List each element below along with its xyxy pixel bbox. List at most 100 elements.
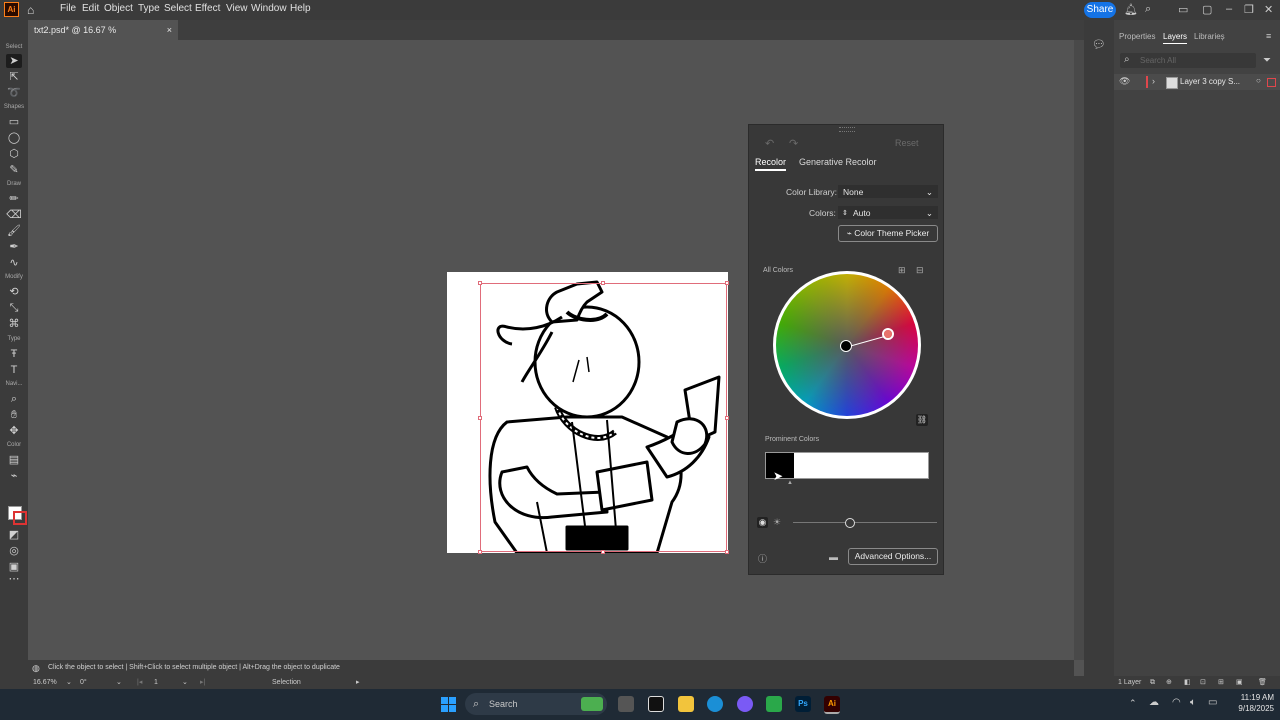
polygon-tool-icon[interactable]: ⬡ <box>6 147 22 161</box>
saturation-icon[interactable]: ◉ <box>757 517 768 528</box>
new-layer-icon[interactable]: ⊞ <box>1218 676 1224 689</box>
rotate-tool-icon[interactable]: ⟲ <box>6 285 22 299</box>
more-tools-icon[interactable]: ⋯ <box>6 572 22 586</box>
target-icon[interactable]: ○ <box>1256 76 1261 85</box>
lasso-tool-icon[interactable]: ➰ <box>6 86 22 100</box>
folder-icon[interactable]: ▬ <box>829 552 838 562</box>
selection-indicator[interactable] <box>1267 78 1276 87</box>
menu-help[interactable]: Help <box>290 3 311 14</box>
search-icon[interactable]: ⌕ <box>1145 3 1151 16</box>
export-icon[interactable]: ⧉ <box>1150 676 1155 689</box>
zoom-tool-icon[interactable]: ⌕ <box>6 392 22 406</box>
delete-layer-icon[interactable]: 🗑︎ <box>1258 676 1267 689</box>
share-button[interactable]: Share <box>1084 2 1116 18</box>
colors-dropdown[interactable]: ⇕ Auto ⌄ <box>838 206 938 219</box>
undo-icon[interactable]: ↶ <box>765 137 774 150</box>
pen-tool-icon[interactable]: ✒ <box>6 240 22 254</box>
scale-tool-icon[interactable]: ⤡ <box>6 301 22 315</box>
adjust-slider-track[interactable] <box>793 522 937 523</box>
direct-selection-tool-icon[interactable]: ⇱ <box>6 70 22 84</box>
stepper-icon[interactable]: ⇕ <box>842 207 848 220</box>
swatch-divider-handle[interactable]: ▲ <box>787 480 793 486</box>
redo-icon[interactable]: ↷ <box>789 137 798 150</box>
layer-row[interactable]: 👁︎ › Layer 3 copy S... ○ <box>1114 74 1280 90</box>
draw-mode-icon[interactable]: ◎ <box>6 544 22 558</box>
tab-layers[interactable]: Layers <box>1163 32 1188 44</box>
handle-top-left[interactable] <box>478 281 482 285</box>
curvature-tool-icon[interactable]: ∿ <box>6 256 22 270</box>
vertical-scrollbar[interactable] <box>1074 40 1084 660</box>
comments-icon[interactable]: 💬︎ <box>1092 38 1106 51</box>
clipping-icon[interactable]: ◧ <box>1184 676 1191 689</box>
bell-icon[interactable]: 🔔︎ <box>1124 3 1138 16</box>
stroke-swatch[interactable] <box>13 511 27 525</box>
menu-effect[interactable]: Effect <box>195 3 220 14</box>
task-view-icon[interactable] <box>618 696 634 712</box>
pencil-tool-icon[interactable]: ✏ <box>6 192 22 206</box>
tab-generative-recolor[interactable]: Generative Recolor <box>799 157 877 167</box>
handle-bottom-middle[interactable] <box>601 550 605 554</box>
expand-chevron-icon[interactable]: › <box>1152 76 1155 86</box>
tab-close-icon[interactable]: × <box>167 20 172 40</box>
artboard-chevron-icon[interactable]: ⌄ <box>182 676 188 689</box>
document-tab[interactable]: txt2.psd* @ 16.67 % (RGB/Preview) × <box>28 20 178 55</box>
eyedropper-tool-icon[interactable]: ⌁ <box>6 469 22 483</box>
menu-type[interactable]: Type <box>138 3 160 14</box>
default-colors-icon[interactable]: ◩ <box>6 528 22 542</box>
brush-tool-icon[interactable]: 🖌︎ <box>6 224 22 238</box>
tab-properties[interactable]: Properties <box>1119 32 1155 41</box>
menu-edit[interactable]: Edit <box>82 3 99 14</box>
color-handle[interactable] <box>882 328 894 340</box>
reset-button[interactable]: Reset <box>895 138 919 148</box>
artboard-number[interactable]: 1 <box>154 676 158 689</box>
discord-icon[interactable] <box>737 696 753 712</box>
advanced-options-button[interactable]: Advanced Options... <box>848 548 938 565</box>
tab-recolor[interactable]: Recolor <box>755 157 787 171</box>
tray-chevron-icon[interactable]: ⌃ <box>1129 698 1137 709</box>
type-on-path-icon[interactable]: Ŧ <box>6 347 22 361</box>
prominent-swatch-white[interactable] <box>793 453 928 478</box>
color-library-dropdown[interactable]: None ⌄ <box>838 185 938 198</box>
locate-icon[interactable]: ⊕ <box>1166 676 1172 689</box>
handle-bottom-right[interactable] <box>725 550 729 554</box>
link-harmony-icon[interactable]: ⛓︎ <box>916 414 928 426</box>
capcut-icon[interactable] <box>648 696 664 712</box>
adjust-slider-thumb[interactable] <box>845 518 855 528</box>
ellipse-tool-icon[interactable]: ◯ <box>6 131 22 145</box>
volume-icon[interactable]: 🔈︎ <box>1190 697 1196 708</box>
handle-top-right[interactable] <box>725 281 729 285</box>
base-color-marker[interactable] <box>840 340 852 352</box>
panel-menu-icon[interactable]: ≡ <box>1266 31 1271 41</box>
type-tool-icon[interactable]: T <box>6 363 22 377</box>
minimize-icon[interactable]: – <box>1226 3 1232 15</box>
taskbar-search[interactable]: ⌕ Search <box>465 693 607 715</box>
warp-tool-icon[interactable]: ⌘ <box>6 317 22 331</box>
rectangle-tool-icon[interactable]: ▭ <box>6 115 22 129</box>
panel-drag-handle[interactable] <box>839 127 855 132</box>
workspace-icon[interactable]: ▢ <box>1202 3 1212 16</box>
zoom-chevron-icon[interactable]: ⌄ <box>66 676 72 689</box>
close-icon[interactable]: ✕ <box>1264 3 1273 16</box>
handle-top-middle[interactable] <box>601 281 605 285</box>
edge-icon[interactable] <box>707 696 723 712</box>
wifi-icon[interactable]: ◠ <box>1172 697 1181 708</box>
illustrator-taskbar-icon[interactable]: Ai <box>824 696 840 714</box>
prominent-colors-bar[interactable] <box>765 452 929 479</box>
hand-tool-icon[interactable]: ✋︎ <box>6 408 22 422</box>
menu-file[interactable]: File <box>60 3 76 14</box>
layers-search-input[interactable]: ⌕ Search All <box>1120 53 1256 68</box>
zoom-level[interactable]: 16.67% <box>33 676 57 689</box>
app-green-icon[interactable] <box>766 696 782 712</box>
prev-artboard-icon[interactable]: |◂ <box>137 676 142 689</box>
menu-object[interactable]: Object <box>104 3 133 14</box>
arrange-icon[interactable]: ▭ <box>1178 3 1188 16</box>
handle-bottom-left[interactable] <box>478 550 482 554</box>
home-icon[interactable]: ⌂ <box>27 3 34 17</box>
info-icon[interactable]: ⓘ <box>758 552 767 565</box>
status-play-icon[interactable]: ▸ <box>356 676 360 689</box>
gradient-tool-icon[interactable]: ▤ <box>6 453 22 467</box>
battery-icon[interactable]: ▭ <box>1208 697 1217 708</box>
eraser-tool-icon[interactable]: ⌫ <box>6 208 22 222</box>
layer-name[interactable]: Layer 3 copy S... <box>1180 77 1240 86</box>
next-artboard-icon[interactable]: ▸| <box>200 676 205 689</box>
